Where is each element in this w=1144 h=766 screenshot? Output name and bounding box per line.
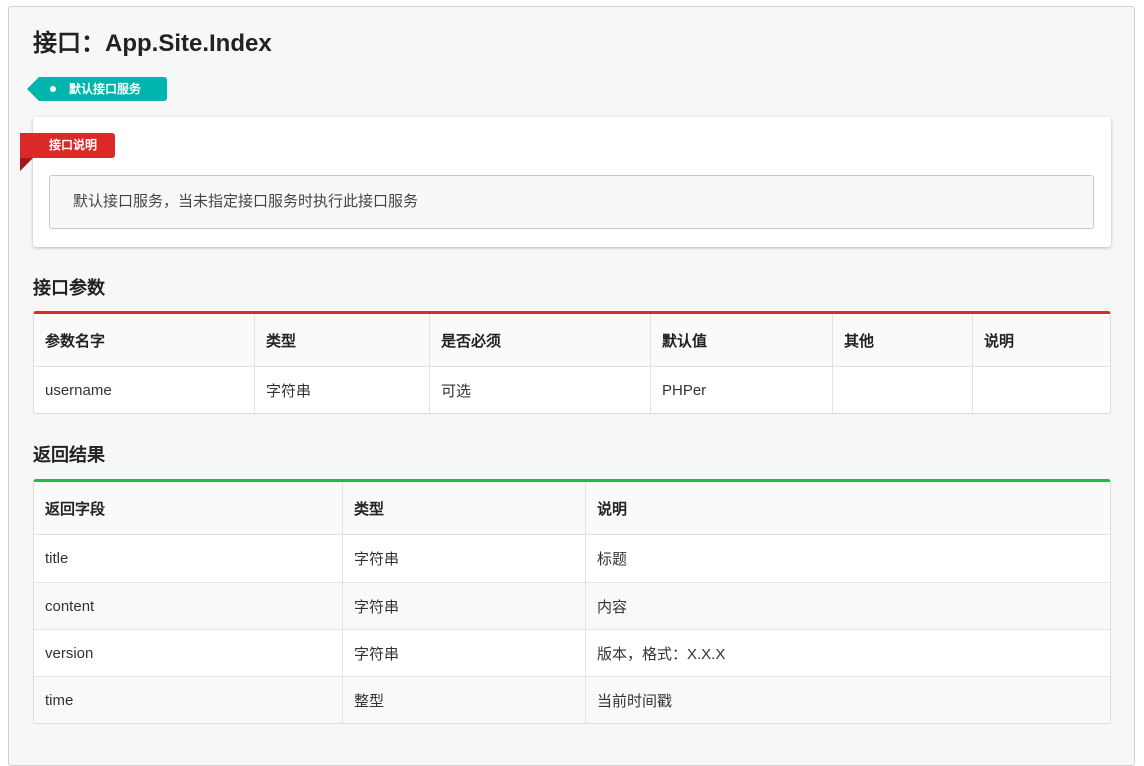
column-header: 说明 — [972, 314, 1110, 367]
cell — [832, 367, 972, 413]
cell: 内容 — [585, 582, 1110, 629]
page-title: 接口：App.Site.Index — [33, 30, 272, 57]
table-row: username 字符串 可选 PHPer — [34, 367, 1110, 413]
cell: 字符串 — [342, 582, 585, 629]
table-row: content 字符串 内容 — [34, 582, 1110, 629]
cell: version — [34, 629, 342, 676]
cell: 标题 — [585, 535, 1110, 582]
cell: 可选 — [429, 367, 650, 413]
table-row: title 字符串 标题 — [34, 535, 1110, 582]
column-header: 是否必须 — [429, 314, 650, 367]
service-tag-label: 默认接口服务 — [69, 82, 142, 96]
cell: PHPer — [650, 367, 832, 413]
cell: 整型 — [342, 676, 585, 723]
cell: 字符串 — [254, 367, 429, 413]
cell: title — [45, 550, 69, 567]
cell: content — [34, 582, 342, 629]
cell: 字符串 — [342, 535, 585, 582]
cell: 字符串 — [342, 629, 585, 676]
result-table: 返回字段 类型 说明 title 字符串 标题 content 字符串 内容 versi… — [33, 479, 1111, 724]
result-heading: 返回结果 — [33, 445, 105, 465]
api-doc-panel: 接口：App.Site.Index 默认接口服务 接口说明 默认接口服务，当未指… — [8, 6, 1135, 766]
table-row: version 字符串 版本，格式：X.X.X — [34, 629, 1110, 676]
cell: 版本，格式：X.X.X — [585, 629, 1110, 676]
params-table: 参数名字 类型 是否必须 默认值 其他 说明 username 字符串 可选 P… — [33, 311, 1111, 414]
description-message: 默认接口服务，当未指定接口服务时执行此接口服务 — [49, 175, 1094, 229]
column-header: 类型 — [342, 482, 585, 535]
table-row: time 整型 当前时间戳 — [34, 676, 1110, 723]
column-header: 参数名字 — [34, 314, 254, 367]
description-card: 接口说明 默认接口服务，当未指定接口服务时执行此接口服务 — [20, 117, 1111, 247]
dot-icon — [50, 86, 56, 92]
description-ribbon: 接口说明 — [20, 133, 115, 158]
cell: 当前时间戳 — [585, 676, 1110, 723]
cell: username — [45, 381, 112, 399]
column-header: 返回字段 — [34, 482, 342, 535]
service-tag: 默认接口服务 — [27, 77, 167, 101]
column-header: 其他 — [832, 314, 972, 367]
column-header: 说明 — [585, 482, 1110, 535]
params-heading: 接口参数 — [33, 278, 105, 298]
cell — [972, 367, 1110, 413]
cell: time — [34, 676, 342, 723]
column-header: 默认值 — [650, 314, 832, 367]
column-header: 类型 — [254, 314, 429, 367]
